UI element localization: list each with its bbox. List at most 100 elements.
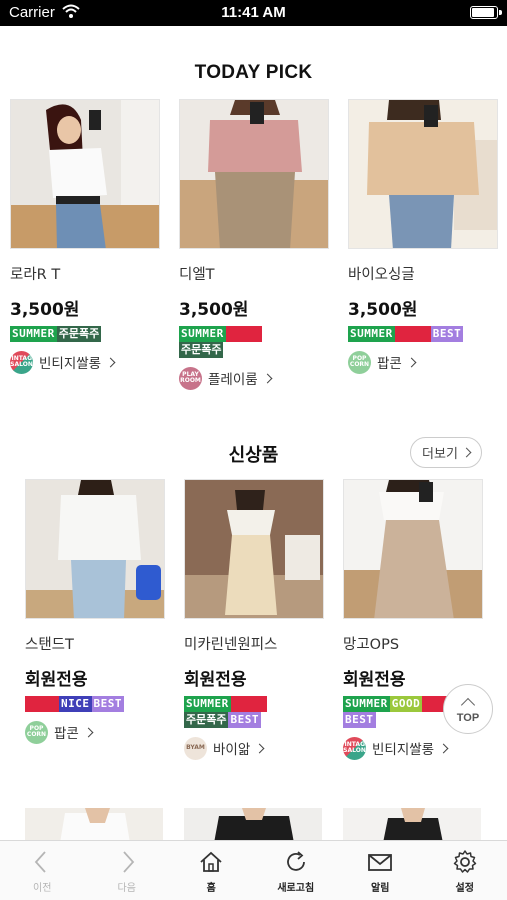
product-tags: SUMMER BEST bbox=[348, 326, 488, 342]
product-name: 바이오싱글 bbox=[348, 267, 415, 283]
chevron-right-icon bbox=[262, 373, 273, 383]
shop-link[interactable]: POP CORN 팝콘 bbox=[348, 350, 498, 374]
tab-notifications[interactable]: 알림 bbox=[338, 841, 423, 900]
bottom-tab-bar: 이전 다음 홈 새로고침 알림 설정 bbox=[0, 840, 507, 900]
product-image[interactable] bbox=[184, 479, 324, 619]
shop-logo-icon: VINTAGE SALON bbox=[7, 350, 36, 374]
product-tags: SUMMER 주문폭주 bbox=[10, 326, 130, 342]
today-pick-title: TODAY PICK bbox=[194, 62, 313, 83]
tag-summer: SUMMER bbox=[184, 696, 231, 712]
tab-refresh[interactable]: 새로고침 bbox=[254, 841, 339, 900]
tag-summer: SUMMER bbox=[10, 326, 57, 342]
tag-order-rush: 주문폭주 bbox=[179, 342, 224, 358]
product-image[interactable] bbox=[348, 99, 498, 249]
shop-name: 빈티지쌀롱 bbox=[372, 742, 435, 758]
product-name: 스탠드T bbox=[25, 637, 74, 653]
tab-settings[interactable]: 설정 bbox=[423, 841, 507, 900]
tag-best: BEST bbox=[343, 712, 376, 728]
product-name: 미카린넨원피스 bbox=[184, 637, 278, 653]
shop-link[interactable]: VINTAGE SALON 빈티지쌀롱 bbox=[340, 736, 483, 760]
product-price: 3,500원 bbox=[10, 300, 80, 320]
product-image[interactable] bbox=[179, 99, 329, 249]
product-image[interactable] bbox=[343, 479, 483, 619]
shop-logo-icon: POP CORN bbox=[25, 720, 48, 744]
shop-name: 빈티지쌀롱 bbox=[39, 356, 102, 372]
product-image[interactable] bbox=[25, 479, 165, 619]
tag-order-rush: 주문폭주 bbox=[184, 712, 229, 728]
tab-back-label: 이전 bbox=[33, 883, 52, 894]
product-price: 회원전용 bbox=[184, 670, 247, 690]
product-image-peek[interactable] bbox=[343, 808, 481, 843]
scroll-top-label: TOP bbox=[456, 711, 480, 724]
tab-refresh-label: 새로고침 bbox=[277, 883, 315, 894]
tab-home-label: 홈 bbox=[206, 883, 216, 894]
battery-icon bbox=[470, 6, 502, 19]
status-time: 11:41 AM bbox=[221, 4, 286, 21]
tag-summer: SUMMER bbox=[343, 696, 390, 712]
shop-link[interactable]: PLAY ROOM 플레이룸 bbox=[179, 366, 329, 390]
product-card[interactable]: 미카린넨원피스 회원전용 SUMMER 주문폭주 BEST BYAM 바이앎 bbox=[184, 479, 324, 760]
shop-name: 바이앎 bbox=[213, 742, 251, 758]
tag-best: BEST bbox=[228, 712, 261, 728]
tab-home[interactable]: 홈 bbox=[169, 841, 254, 900]
product-name: 디엘T bbox=[179, 267, 215, 283]
shop-logo-icon: BYAM bbox=[184, 736, 207, 760]
product-name: 망고OPS bbox=[343, 637, 400, 653]
product-tags: NICE BEST bbox=[25, 696, 150, 712]
shop-link[interactable]: BYAM 바이앎 bbox=[184, 736, 324, 760]
product-tags: SUMMER 주문폭주 bbox=[179, 326, 299, 358]
tag-color-block bbox=[25, 696, 59, 712]
product-image[interactable] bbox=[10, 99, 160, 249]
tab-notifications-label: 알림 bbox=[371, 883, 390, 894]
shop-name: 팝콘 bbox=[54, 726, 79, 742]
chevron-right-icon bbox=[254, 743, 265, 753]
tag-good: GOOD bbox=[389, 696, 423, 712]
mail-icon bbox=[368, 854, 393, 871]
chevron-up-icon bbox=[460, 697, 476, 712]
chevron-right-icon bbox=[438, 743, 449, 753]
tag-nice: NICE bbox=[59, 696, 92, 712]
status-bar: Carrier 11:41 AM bbox=[0, 0, 507, 26]
gear-icon bbox=[453, 850, 476, 873]
chevron-left-icon bbox=[35, 851, 46, 873]
product-card[interactable]: 로라R T 3,500원 SUMMER 주문폭주 VINTAGE SALON 빈… bbox=[7, 99, 160, 374]
product-image-peek[interactable] bbox=[184, 808, 322, 843]
shop-logo-icon: PLAY ROOM bbox=[179, 366, 202, 390]
product-card[interactable]: 디엘T 3,500원 SUMMER 주문폭주 PLAY ROOM 플레이룸 bbox=[179, 99, 329, 390]
tab-forward[interactable]: 다음 bbox=[85, 841, 170, 900]
tag-color-block bbox=[394, 326, 431, 342]
tab-settings-label: 설정 bbox=[455, 883, 474, 894]
tag-summer: SUMMER bbox=[348, 326, 395, 342]
product-card[interactable]: 바이오싱글 3,500원 SUMMER BEST POP CORN 팝콘 bbox=[348, 99, 498, 374]
tag-color-block bbox=[225, 326, 262, 342]
home-icon bbox=[200, 851, 222, 872]
scroll-top-button[interactable]: TOP bbox=[443, 684, 493, 734]
shop-link[interactable]: POP CORN 팝콘 bbox=[25, 720, 165, 744]
more-button[interactable]: 더보기 bbox=[410, 437, 482, 468]
chevron-right-icon bbox=[105, 357, 116, 367]
tag-order-rush: 주문폭주 bbox=[56, 326, 102, 342]
tab-forward-label: 다음 bbox=[117, 883, 136, 894]
refresh-icon bbox=[286, 851, 305, 871]
shop-name: 플레이룸 bbox=[208, 372, 258, 388]
product-name: 로라R T bbox=[10, 267, 61, 283]
shop-logo-icon: POP CORN bbox=[348, 350, 371, 374]
tab-back[interactable]: 이전 bbox=[0, 841, 85, 900]
product-price: 회원전용 bbox=[25, 670, 88, 690]
chevron-right-icon bbox=[461, 447, 472, 458]
chevron-right-icon bbox=[406, 357, 417, 367]
chevron-right-icon bbox=[83, 727, 94, 737]
shop-logo-icon: VINTAGE SALON bbox=[340, 736, 369, 760]
product-tags: SUMMER 주문폭주 BEST bbox=[184, 696, 304, 728]
product-price: 3,500원 bbox=[179, 300, 249, 320]
tag-summer: SUMMER bbox=[179, 326, 226, 342]
product-image-peek[interactable] bbox=[25, 808, 163, 843]
chevron-right-icon bbox=[123, 851, 134, 873]
product-card[interactable]: 스탠드T 회원전용 NICE BEST POP CORN 팝콘 bbox=[25, 479, 165, 744]
shop-link[interactable]: VINTAGE SALON 빈티지쌀롱 bbox=[7, 350, 160, 374]
tag-color-block bbox=[230, 696, 267, 712]
product-price: 3,500원 bbox=[348, 300, 418, 320]
tag-best: BEST bbox=[91, 696, 124, 712]
more-label: 더보기 bbox=[422, 447, 458, 462]
shop-name: 팝콘 bbox=[377, 356, 402, 372]
